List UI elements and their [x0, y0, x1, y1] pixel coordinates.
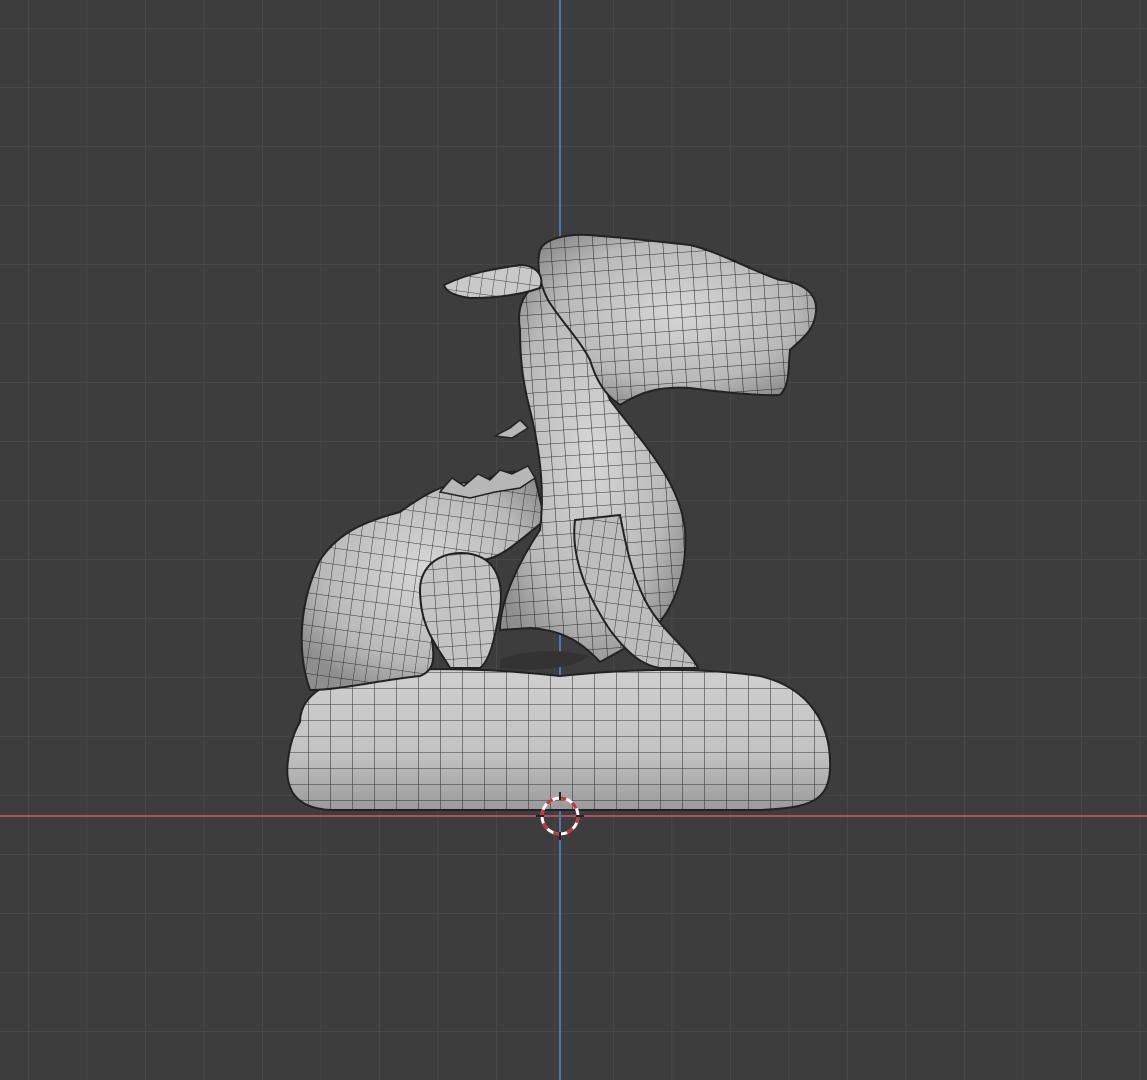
3d-viewport[interactable]	[0, 0, 1147, 1080]
viewport-canvas[interactable]	[0, 0, 1147, 1080]
